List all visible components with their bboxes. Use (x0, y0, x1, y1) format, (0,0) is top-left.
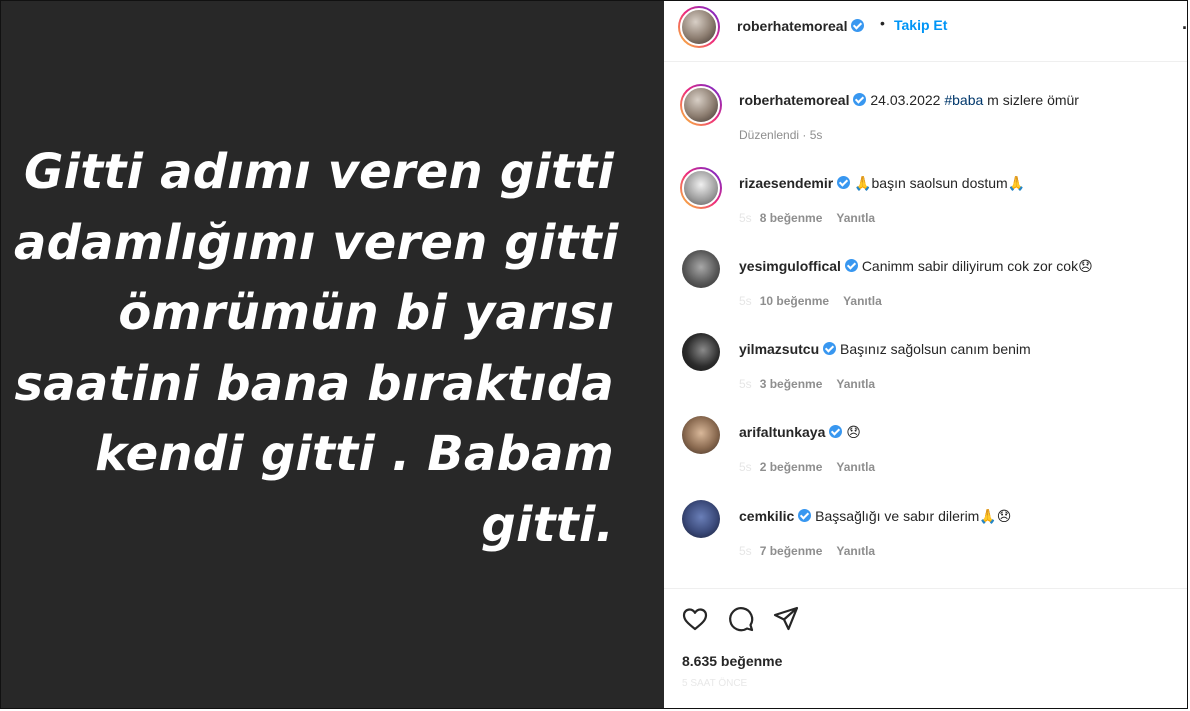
caption-avatar[interactable] (680, 84, 722, 126)
comment-text: rizaesendemir 🙏başın saolsun dostum🙏 (739, 175, 1025, 192)
hashtag-link[interactable]: #baba (944, 92, 983, 108)
post-text-line: saatini bana bıraktıda (14, 355, 614, 412)
author-username[interactable]: roberhatemoreal (737, 18, 847, 34)
pray-sad-emoji-icon: 🙏😞 (979, 509, 1012, 525)
verified-badge-icon (837, 176, 851, 189)
caption-time[interactable]: 5s (810, 128, 823, 142)
post-image-text: Gitti adımı veren gitti adamlığımı veren… (14, 137, 619, 560)
caption-username[interactable]: roberhatemoreal (739, 92, 849, 108)
comment-body: Başsağlığı ve sabır dilerim (815, 508, 980, 524)
comment-row: yesimgulоffical Canimm sabir diliyirum c… (664, 250, 1187, 320)
post-time[interactable]: 5 SAAT ÖNCE (682, 678, 747, 689)
separator-dot: • (880, 15, 885, 31)
comments-list[interactable]: roberhatemoreal 24.03.2022 #baba m sizle… (664, 62, 1187, 587)
comment-username[interactable]: arifaltunkaya (739, 424, 825, 440)
comment-username[interactable]: cemkilic (739, 508, 794, 524)
comment-row: cemkilic Başsağlığı ve sabır dilerim🙏😞 5… (664, 500, 1187, 570)
comment-text: cemkilic Başsağlığı ve sabır dilerim🙏😞 (739, 508, 1011, 525)
comment-avatar[interactable] (682, 250, 720, 288)
author-avatar[interactable] (678, 6, 720, 48)
caption-date: 24.03.2022 (870, 92, 945, 108)
comment-text: arifaltunkaya 😞 (739, 424, 861, 441)
comment-body: Başınız sağolsun canım benim (840, 341, 1031, 357)
comment-body: Canimm sabir diliyirum cok zor cok (861, 258, 1079, 274)
edited-label: Düzenlendi (739, 128, 800, 142)
comment-username[interactable]: rizaesendemir (739, 175, 833, 191)
comment-text: yilmazsutcu Başınız sağolsun canım benim (739, 341, 1031, 357)
comment-icon[interactable] (727, 605, 755, 633)
comment-username[interactable]: yilmazsutcu (739, 341, 819, 357)
comment-avatar[interactable] (682, 333, 720, 371)
post-text-line: gitti. (481, 496, 614, 553)
verified-badge-icon (823, 342, 837, 355)
comment-text: yesimgulоffical Canimm sabir diliyirum c… (739, 258, 1093, 275)
post-modal: Gitti adımı veren gitti adamlığımı veren… (0, 0, 1188, 709)
more-options-icon[interactable]: ... (1182, 13, 1187, 34)
comment-meta: 5s 10 beğenme Yanıtla (739, 294, 896, 308)
post-text-line: ömrümün bi yarısı (118, 285, 614, 341)
comment-likes[interactable]: 7 beğenme (760, 544, 823, 558)
comment-time[interactable]: 5s (739, 544, 752, 558)
comment-likes[interactable]: 3 beğenme (760, 377, 823, 391)
meta-dot: · (802, 128, 807, 142)
comment-likes[interactable]: 8 beğenme (760, 211, 823, 225)
verified-badge-icon (853, 93, 867, 106)
likes-count[interactable]: 8.635 beğenme (682, 653, 782, 669)
reply-button[interactable]: Yanıtla (836, 544, 875, 558)
sad-emoji-icon: 😞 (846, 425, 861, 441)
comment-avatar[interactable] (682, 500, 720, 538)
caption-row: roberhatemoreal 24.03.2022 #baba m sizle… (664, 84, 1187, 154)
post-text-line: adamlığımı veren gitti (14, 214, 619, 271)
heart-icon[interactable] (681, 605, 709, 633)
post-details-panel: roberhatemoreal • Takip Et ... roberhate… (664, 1, 1187, 708)
comment-meta: 5s 2 beğenme Yanıtla (739, 460, 889, 474)
caption-text: roberhatemoreal 24.03.2022 #baba m sizle… (739, 92, 1079, 108)
pray-emoji-icon: 🙏 (1007, 176, 1026, 192)
comment-time[interactable]: 5s (739, 294, 752, 308)
comment-row: arifaltunkaya 😞 5s 2 beğenme Yanıtla (664, 416, 1187, 486)
sad-emoji-icon: 😞 (1078, 259, 1093, 275)
comment-avatar[interactable] (682, 416, 720, 454)
comment-meta: 5s 3 beğenme Yanıtla (739, 377, 889, 391)
comment-avatar[interactable] (680, 167, 722, 209)
comment-likes[interactable]: 2 beğenme (760, 460, 823, 474)
post-text-line: kendi gitti . Babam (95, 426, 614, 482)
comment-row: yilmazsutcu Başınız sağolsun canım benim… (664, 333, 1187, 403)
caption-rest: m sizlere ömür (983, 92, 1079, 108)
comment-username[interactable]: yesimgulоffical (739, 258, 841, 274)
reply-button[interactable]: Yanıtla (836, 377, 875, 391)
comment-time[interactable]: 5s (739, 377, 752, 391)
comment-time[interactable]: 5s (739, 460, 752, 474)
reply-button[interactable]: Yanıtla (836, 460, 875, 474)
comment-row: rizaesendemir 🙏başın saolsun dostum🙏 5s 8… (664, 167, 1187, 237)
post-text-line: Gitti adımı veren gitti (24, 144, 614, 200)
follow-button[interactable]: Takip Et (894, 17, 947, 33)
comment-likes[interactable]: 10 beğenme (760, 294, 829, 308)
post-header: roberhatemoreal • Takip Et ... (664, 1, 1187, 62)
verified-badge-icon (829, 425, 843, 438)
caption-meta: Düzenlendi · 5s (739, 128, 822, 142)
verified-badge-icon (844, 259, 858, 272)
verified-badge-icon (798, 509, 812, 522)
comment-time[interactable]: 5s (739, 211, 752, 225)
post-image[interactable]: Gitti adımı veren gitti adamlığımı veren… (1, 1, 664, 708)
pray-emoji-icon: 🙏 (854, 176, 872, 192)
post-actions: 8.635 beğenme 5 SAAT ÖNCE (664, 588, 1187, 708)
comment-meta: 5s 8 beğenme Yanıtla (739, 211, 889, 225)
share-icon[interactable] (772, 605, 800, 633)
reply-button[interactable]: Yanıtla (836, 211, 875, 225)
reply-button[interactable]: Yanıtla (843, 294, 882, 308)
verified-badge-icon (851, 19, 865, 32)
comment-meta: 5s 7 beğenme Yanıtla (739, 544, 889, 558)
author-username-row: roberhatemoreal (737, 18, 865, 34)
comment-body: başın saolsun dostum (871, 175, 1008, 191)
